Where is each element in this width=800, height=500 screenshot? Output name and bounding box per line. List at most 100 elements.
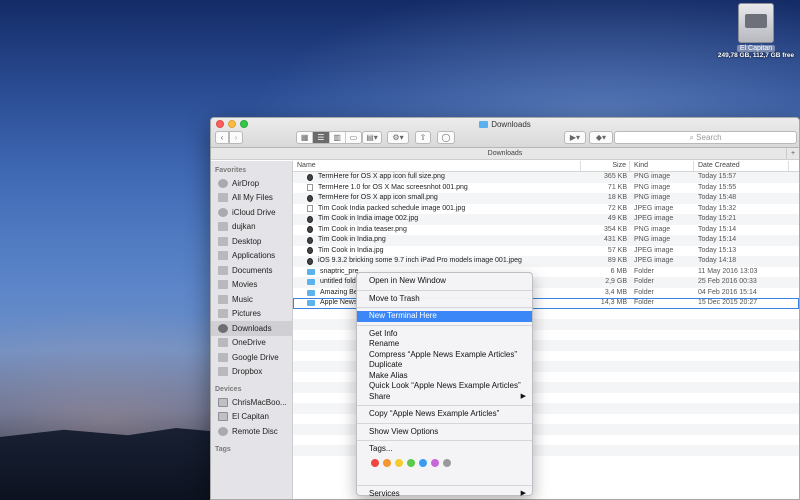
file-kind: JPEG image	[634, 204, 674, 212]
sidebar-item-label: Applications	[232, 251, 276, 261]
hard-disk-icon	[738, 3, 774, 43]
search-input[interactable]: ⌕ Search	[614, 131, 797, 144]
image-file-icon	[307, 184, 313, 192]
menu-quick-look[interactable]: Quick Look “Apple News Example Articles”	[357, 381, 532, 392]
sidebar-item-remote-disc[interactable]: Remote Disc	[211, 424, 292, 439]
file-size: 89 KB	[607, 257, 627, 264]
sidebar-item-label: Google Drive	[232, 352, 279, 362]
file-size: 6 MB	[610, 267, 627, 275]
sidebar-item-dujkan[interactable]: dujkan	[211, 220, 292, 235]
folder-icon	[218, 352, 228, 362]
file-row[interactable]: iOS 9.3.2 bricking some 9.7 inch iPad Pr…	[293, 256, 799, 267]
sidebar-item-music[interactable]: Music	[211, 292, 292, 307]
menu-compress[interactable]: Compress “Apple News Example Articles”	[357, 350, 532, 361]
menu-open-new-window[interactable]: Open in New Window	[357, 276, 532, 287]
file-kind: PNG image	[634, 194, 671, 201]
sidebar-item-onedrive[interactable]: OneDrive	[211, 336, 292, 351]
file-name-cell: Tim Cook in India image 002.jpg	[293, 214, 581, 225]
menu-get-info[interactable]: Get Info	[357, 329, 532, 340]
file-name-cell: Tim Cook in India.png	[293, 235, 581, 246]
sidebar-item-pictures[interactable]: Pictures	[211, 307, 292, 322]
disk-name: El Capitan	[736, 45, 776, 52]
menu-separator	[357, 405, 532, 406]
file-row[interactable]: Tim Cook in India image 002.jpg 49 KB JPEG…	[293, 214, 799, 225]
cloud-icon	[218, 207, 228, 217]
tag-purple-dot[interactable]	[431, 458, 439, 467]
terminal-button[interactable]: ▶▾	[564, 131, 586, 144]
share-button[interactable]: ⇧	[415, 131, 431, 144]
tag-blue-dot[interactable]	[419, 458, 427, 467]
tag-red-dot[interactable]	[371, 458, 379, 467]
tag-orange-dot[interactable]	[383, 458, 391, 467]
list-view-icon[interactable]: ☰	[313, 132, 330, 143]
file-name-cell: iOS 9.3.2 bricking some 9.7 inch iPad Pr…	[293, 256, 581, 267]
back-button[interactable]: ‹	[215, 131, 229, 144]
icon-view-icon[interactable]: ▦	[297, 132, 314, 143]
image-file-icon	[307, 257, 313, 265]
arrange-button[interactable]: ▤▾	[362, 131, 382, 144]
menu-move-to-trash[interactable]: Move to Trash	[357, 294, 532, 305]
sidebar-item-downloads[interactable]: Downloads	[211, 321, 292, 336]
file-name-cell: Tim Cook India packed schedule image 001…	[293, 204, 581, 215]
sidebar-item-airdrop[interactable]: AirDrop	[211, 176, 292, 191]
column-size[interactable]: Size	[581, 161, 630, 171]
folder-icon	[307, 268, 315, 275]
add-tab-button[interactable]: +	[786, 148, 799, 159]
sidebar-item-desktop[interactable]: Desktop	[211, 234, 292, 249]
menu-new-terminal-here[interactable]: New Terminal Here	[357, 311, 532, 322]
sidebar-item-icloud-drive[interactable]: iCloud Drive	[211, 205, 292, 220]
tag-yellow-dot[interactable]	[395, 458, 403, 467]
file-row[interactable]: TermHere for OS X app icon small.png 18 K…	[293, 193, 799, 204]
sidebar-item-el-capitan[interactable]: El Capitan	[211, 410, 292, 425]
menu-services[interactable]: Services ▶	[357, 489, 532, 500]
menu-rename[interactable]: Rename	[357, 339, 532, 350]
file-row[interactable]: TermHere for OS X app icon full size.png…	[293, 172, 799, 183]
sidebar-item-documents[interactable]: Documents	[211, 263, 292, 278]
path-bar: Downloads +	[211, 148, 799, 160]
desktop-icon	[218, 236, 228, 246]
cover-flow-icon[interactable]: ▭	[346, 132, 361, 143]
sidebar-item-label: dujkan	[232, 222, 256, 232]
sidebar-item-google-drive[interactable]: Google Drive	[211, 350, 292, 365]
folder-icon	[218, 367, 228, 377]
view-mode-segmented[interactable]: ▦ ☰ ▥ ▭	[296, 131, 362, 144]
file-date: 15 Dec 2015 20:27	[698, 299, 758, 306]
menu-show-view-options[interactable]: Show View Options	[357, 427, 532, 438]
menu-copy[interactable]: Copy “Apple News Example Articles”	[357, 409, 532, 420]
forward-button[interactable]: ›	[229, 131, 243, 144]
sidebar-item-label: Music	[232, 294, 253, 304]
menu-make-alias[interactable]: Make Alias	[357, 371, 532, 382]
file-name-cell: TermHere for OS X app icon small.png	[293, 193, 581, 204]
file-row[interactable]: Tim Cook India packed schedule image 001…	[293, 204, 799, 215]
file-row[interactable]: Tim Cook in India.jpg 57 KB JPEG image Toda…	[293, 246, 799, 257]
sidebar-item-applications[interactable]: Applications	[211, 249, 292, 264]
file-row[interactable]: Tim Cook in India.png 431 KB PNG image Toda…	[293, 235, 799, 246]
action-gear-button[interactable]: ⚙▾	[387, 131, 409, 144]
sidebar-item-chrismacboo[interactable]: ChrisMacBoo...	[211, 395, 292, 410]
file-row[interactable]: TermHere 1.0 for OS X Mac screesnhot 001…	[293, 183, 799, 194]
sidebar-item-label: Dropbox	[232, 367, 263, 377]
file-date: Today 15:32	[698, 204, 737, 212]
sidebar-item-all-my-files[interactable]: All My Files	[211, 191, 292, 206]
menu-share[interactable]: Share ▶	[357, 392, 532, 403]
column-name[interactable]: Name	[293, 161, 581, 171]
menu-separator	[357, 289, 532, 291]
sidebar-item-label: ChrisMacBoo...	[232, 397, 287, 407]
sidebar-item-dropbox[interactable]: Dropbox	[211, 365, 292, 380]
desktop-disk-icon[interactable]: El Capitan 249,78 GB, 112,7 GB free	[716, 3, 796, 59]
column-date-created[interactable]: Date Created	[694, 161, 789, 171]
dropbox-button[interactable]: ◆▾	[589, 131, 613, 144]
image-file-icon	[307, 215, 313, 223]
tags-button[interactable]: ◯	[437, 131, 455, 144]
file-kind: JPEG image	[634, 257, 674, 264]
column-view-icon[interactable]: ▥	[330, 132, 346, 143]
file-row[interactable]: Tim Cook in India teaser.png 354 KB PNG im…	[293, 225, 799, 236]
tag-green-dot[interactable]	[407, 458, 415, 467]
file-date: 25 Feb 2016 00:33	[698, 278, 757, 285]
menu-separator	[357, 484, 532, 486]
menu-duplicate[interactable]: Duplicate	[357, 360, 532, 371]
column-kind[interactable]: Kind	[630, 161, 694, 171]
tag-gray-dot[interactable]	[443, 458, 451, 467]
sidebar-item-movies[interactable]: Movies	[211, 278, 292, 293]
menu-tags[interactable]: Tags...	[357, 444, 532, 455]
